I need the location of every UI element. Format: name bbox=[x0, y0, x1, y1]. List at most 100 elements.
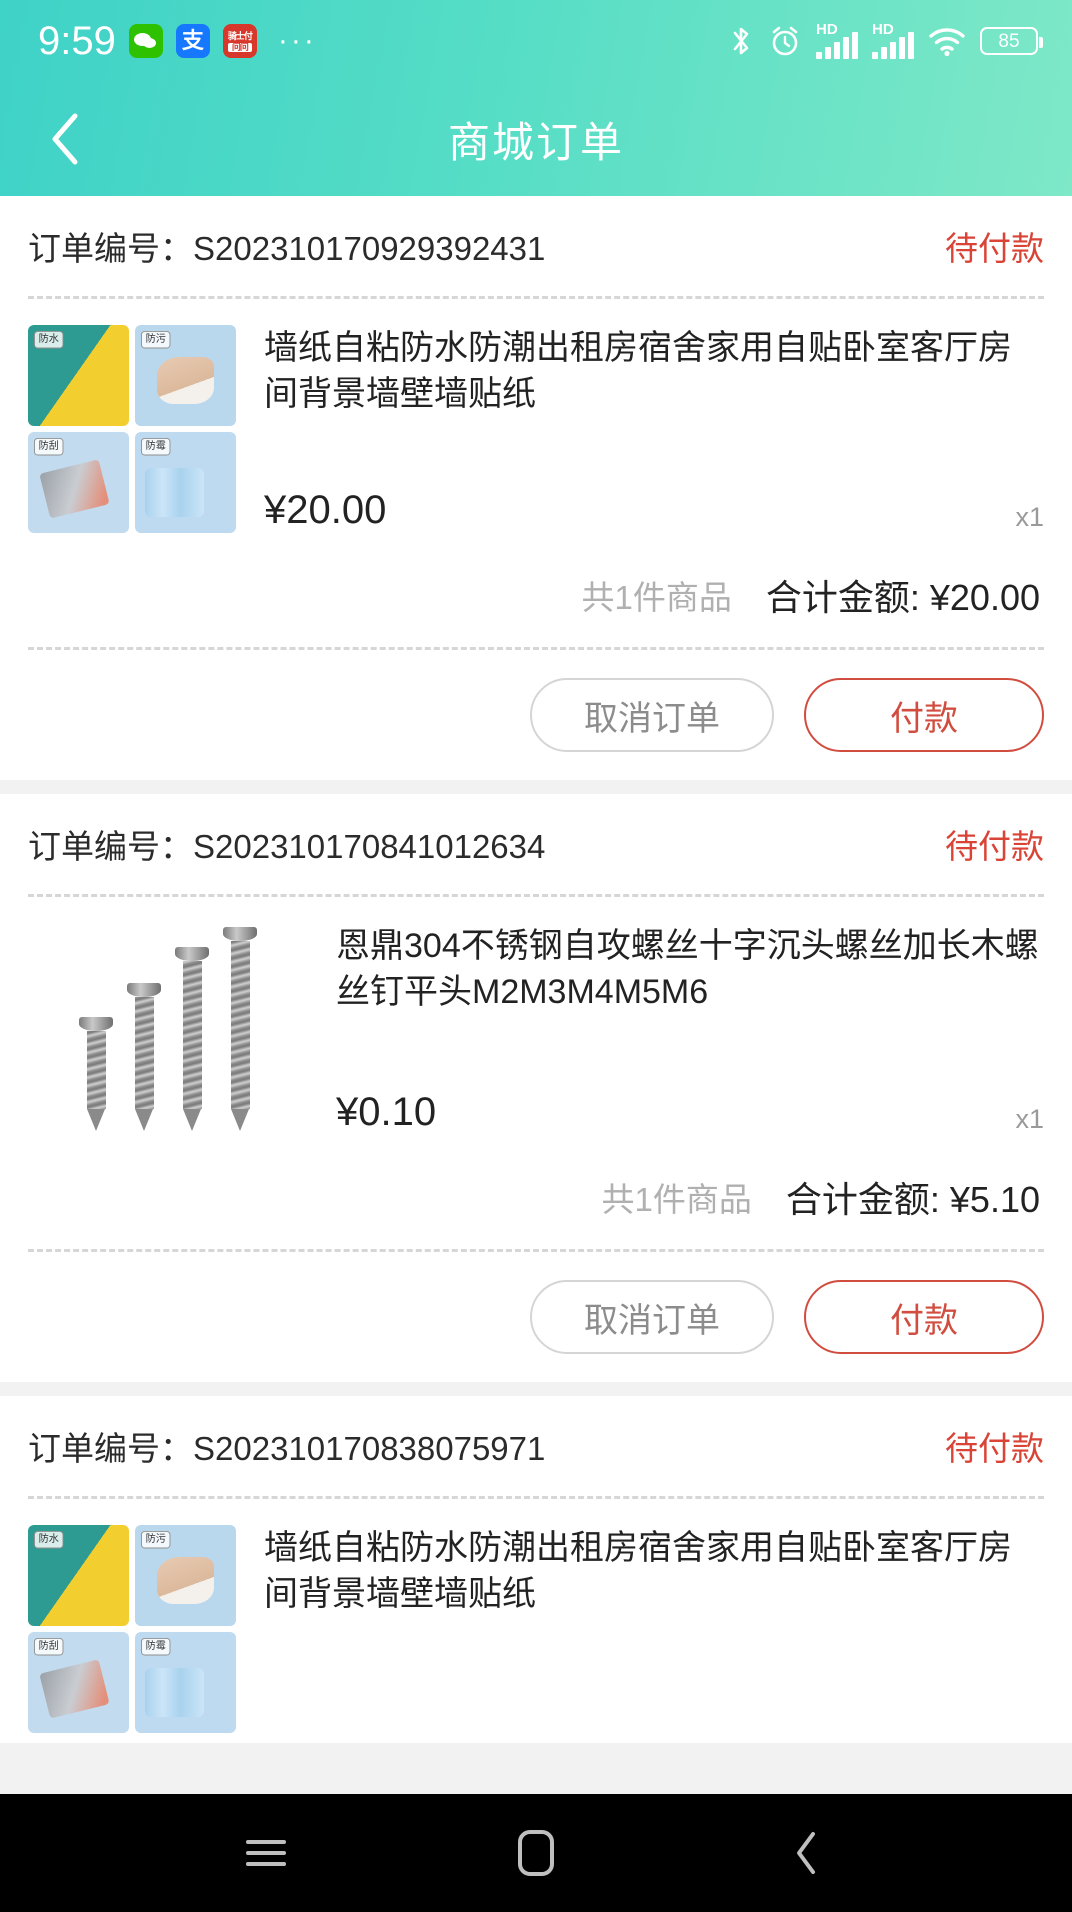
order-number-prefix: 订单编号： bbox=[28, 230, 193, 267]
cancel-order-button[interactable]: 取消订单 bbox=[530, 678, 774, 752]
more-notifications-icon: ··· bbox=[278, 32, 317, 50]
bluetooth-icon bbox=[728, 24, 754, 58]
recent-apps-button[interactable] bbox=[226, 1813, 306, 1893]
order-summary: 共1件商品 合计金额: ¥20.00 bbox=[28, 543, 1044, 647]
screw-image-2 bbox=[127, 983, 161, 1131]
order-goods-info: 墙纸自粘防水防潮出租房宿舍家用自贴卧室客厅房间背景墙壁墙贴纸 bbox=[236, 1525, 1044, 1733]
status-bar: 9:59 支 骑士付 问问 ··· bbox=[0, 0, 1072, 82]
product-thumbnail[interactable] bbox=[28, 923, 308, 1135]
signal-icon-sim1: HD bbox=[816, 24, 858, 59]
product-title: 墙纸自粘防水防潮出租房宿舍家用自贴卧室客厅房间背景墙壁墙贴纸 bbox=[264, 1525, 1044, 1617]
product-quantity: x1 bbox=[1015, 1104, 1044, 1135]
thumb-tag-scratch: 防刮 bbox=[34, 1638, 63, 1655]
cancel-order-button[interactable]: 取消订单 bbox=[530, 1280, 774, 1354]
order-number: 订单编号：S202310170929392431 bbox=[28, 222, 545, 270]
alipay-icon: 支 bbox=[176, 24, 210, 58]
order-card[interactable]: 订单编号：S202310170929392431 待付款 防水 防污 防刮 防霉… bbox=[0, 196, 1072, 780]
status-bar-left: 9:59 支 骑士付 问问 ··· bbox=[38, 21, 317, 61]
status-badge: 待付款 bbox=[945, 222, 1044, 270]
order-summary: 共1件商品 合计金额: ¥5.10 bbox=[28, 1145, 1044, 1249]
page-title: 商城订单 bbox=[0, 109, 1072, 170]
status-badge: 待付款 bbox=[945, 1422, 1044, 1470]
battery-icon: 85 bbox=[980, 27, 1038, 55]
order-goods-row[interactable]: 防水 防污 防刮 防霉 墙纸自粘防水防潮出租房宿舍家用自贴卧室客厅房间背景墙壁墙… bbox=[28, 299, 1044, 543]
product-price: ¥0.10 bbox=[336, 1090, 436, 1135]
product-thumbnail[interactable]: 防水 防污 防刮 防霉 bbox=[28, 325, 236, 533]
battery-level-label: 85 bbox=[998, 32, 1019, 51]
order-item-count: 共1件商品 bbox=[582, 571, 732, 619]
back-button[interactable] bbox=[34, 108, 96, 170]
thumb-tag-antistain: 防污 bbox=[141, 331, 170, 348]
thumb-tag-mold: 防霉 bbox=[141, 438, 170, 455]
thumb-tag-mold: 防霉 bbox=[141, 1638, 170, 1655]
hd-label-sim1: HD bbox=[816, 22, 838, 37]
status-bar-right: HD HD 85 bbox=[728, 24, 1038, 59]
nav-bar: 商城订单 bbox=[0, 82, 1072, 196]
order-total-amount: 合计金额: ¥20.00 bbox=[766, 569, 1040, 621]
thumb-cell-waterproof: 防水 bbox=[28, 325, 129, 426]
system-back-button[interactable] bbox=[766, 1813, 846, 1893]
signal-icon-sim2: HD bbox=[872, 24, 914, 59]
order-number: 订单编号：S202310170841012634 bbox=[28, 820, 545, 868]
app-header: 9:59 支 骑士付 问问 ··· bbox=[0, 0, 1072, 196]
thumb-cell-antistain: 防污 bbox=[135, 325, 236, 426]
order-number-prefix: 订单编号： bbox=[28, 1430, 193, 1467]
hamburger-menu-icon bbox=[246, 1833, 286, 1873]
order-list-scroll[interactable]: 订单编号：S202310170929392431 待付款 防水 防污 防刮 防霉… bbox=[0, 196, 1072, 1794]
status-time: 9:59 bbox=[38, 21, 116, 61]
order-header: 订单编号：S202310170841012634 待付款 bbox=[28, 794, 1044, 894]
wechat-icon bbox=[129, 24, 163, 58]
order-item-count: 共1件商品 bbox=[602, 1173, 752, 1221]
home-button[interactable] bbox=[496, 1813, 576, 1893]
order-goods-row[interactable]: 恩鼎304不锈钢自攻螺丝十字沉头螺丝加长木螺丝钉平头M2M3M4M5M6 ¥0.… bbox=[28, 897, 1044, 1145]
order-number-value: S202310170929392431 bbox=[193, 230, 545, 267]
product-price-row: ¥0.10 x1 bbox=[336, 1070, 1044, 1135]
order-number-value: S202310170841012634 bbox=[193, 828, 545, 865]
thumb-tag-scratch: 防刮 bbox=[34, 438, 63, 455]
screw-image-1 bbox=[79, 1017, 113, 1131]
order-number-prefix: 订单编号： bbox=[28, 828, 193, 865]
system-navigation-bar bbox=[0, 1794, 1072, 1912]
order-goods-info: 恩鼎304不锈钢自攻螺丝十字沉头螺丝加长木螺丝钉平头M2M3M4M5M6 ¥0.… bbox=[308, 923, 1044, 1135]
order-header: 订单编号：S202310170929392431 待付款 bbox=[28, 196, 1044, 296]
screw-image-3 bbox=[175, 947, 209, 1131]
order-number: 订单编号：S202310170838075971 bbox=[28, 1422, 545, 1470]
pay-button[interactable]: 付款 bbox=[804, 678, 1044, 752]
order-actions: 取消订单 付款 bbox=[28, 650, 1044, 780]
hd-label-sim2: HD bbox=[872, 22, 894, 37]
status-badge: 待付款 bbox=[945, 820, 1044, 868]
screw-image-4 bbox=[223, 927, 257, 1131]
order-actions: 取消订单 付款 bbox=[28, 1252, 1044, 1382]
order-number-value: S202310170838075971 bbox=[193, 1430, 545, 1467]
thumb-tag-waterproof: 防水 bbox=[34, 1531, 63, 1548]
thumb-tag-antistain: 防污 bbox=[141, 1531, 170, 1548]
order-header: 订单编号：S202310170838075971 待付款 bbox=[28, 1396, 1044, 1496]
product-thumbnail[interactable]: 防水 防污 防刮 防霉 bbox=[28, 1525, 236, 1733]
product-price: ¥20.00 bbox=[264, 488, 386, 533]
thumb-cell-antistain: 防污 bbox=[135, 1525, 236, 1626]
order-card[interactable]: 订单编号：S202310170838075971 待付款 防水 防污 防刮 防霉… bbox=[0, 1396, 1072, 1743]
thumb-cell-waterproof: 防水 bbox=[28, 1525, 129, 1626]
order-list-screen: 9:59 支 骑士付 问问 ··· bbox=[0, 0, 1072, 1912]
order-goods-row[interactable]: 防水 防污 防刮 防霉 墙纸自粘防水防潮出租房宿舍家用自贴卧室客厅房间背景墙壁墙… bbox=[28, 1499, 1044, 1743]
alarm-clock-icon bbox=[768, 24, 802, 58]
product-quantity: x1 bbox=[1015, 502, 1044, 533]
thumb-cell-mold: 防霉 bbox=[135, 432, 236, 533]
order-goods-info: 墙纸自粘防水防潮出租房宿舍家用自贴卧室客厅房间背景墙壁墙贴纸 ¥20.00 x1 bbox=[236, 325, 1044, 533]
wifi-icon bbox=[928, 25, 966, 57]
thumb-cell-scratch: 防刮 bbox=[28, 432, 129, 533]
thumb-tag-waterproof: 防水 bbox=[34, 331, 63, 348]
chevron-left-icon bbox=[45, 111, 85, 167]
order-list: 订单编号：S202310170929392431 待付款 防水 防污 防刮 防霉… bbox=[0, 196, 1072, 1743]
thumb-cell-mold: 防霉 bbox=[135, 1632, 236, 1733]
product-price-row: ¥20.00 x1 bbox=[264, 468, 1044, 533]
thumb-cell-scratch: 防刮 bbox=[28, 1632, 129, 1733]
red-app-bottom-label: 问问 bbox=[228, 43, 252, 52]
order-total-amount: 合计金额: ¥5.10 bbox=[786, 1171, 1040, 1223]
pay-button[interactable]: 付款 bbox=[804, 1280, 1044, 1354]
home-square-icon bbox=[518, 1830, 554, 1876]
order-card[interactable]: 订单编号：S202310170841012634 待付款 恩鼎304不锈钢自攻螺… bbox=[0, 794, 1072, 1382]
notification-app-icon: 骑士付 问问 bbox=[223, 24, 257, 58]
product-title: 恩鼎304不锈钢自攻螺丝十字沉头螺丝加长木螺丝钉平头M2M3M4M5M6 bbox=[336, 923, 1044, 1015]
product-title: 墙纸自粘防水防潮出租房宿舍家用自贴卧室客厅房间背景墙壁墙贴纸 bbox=[264, 325, 1044, 417]
